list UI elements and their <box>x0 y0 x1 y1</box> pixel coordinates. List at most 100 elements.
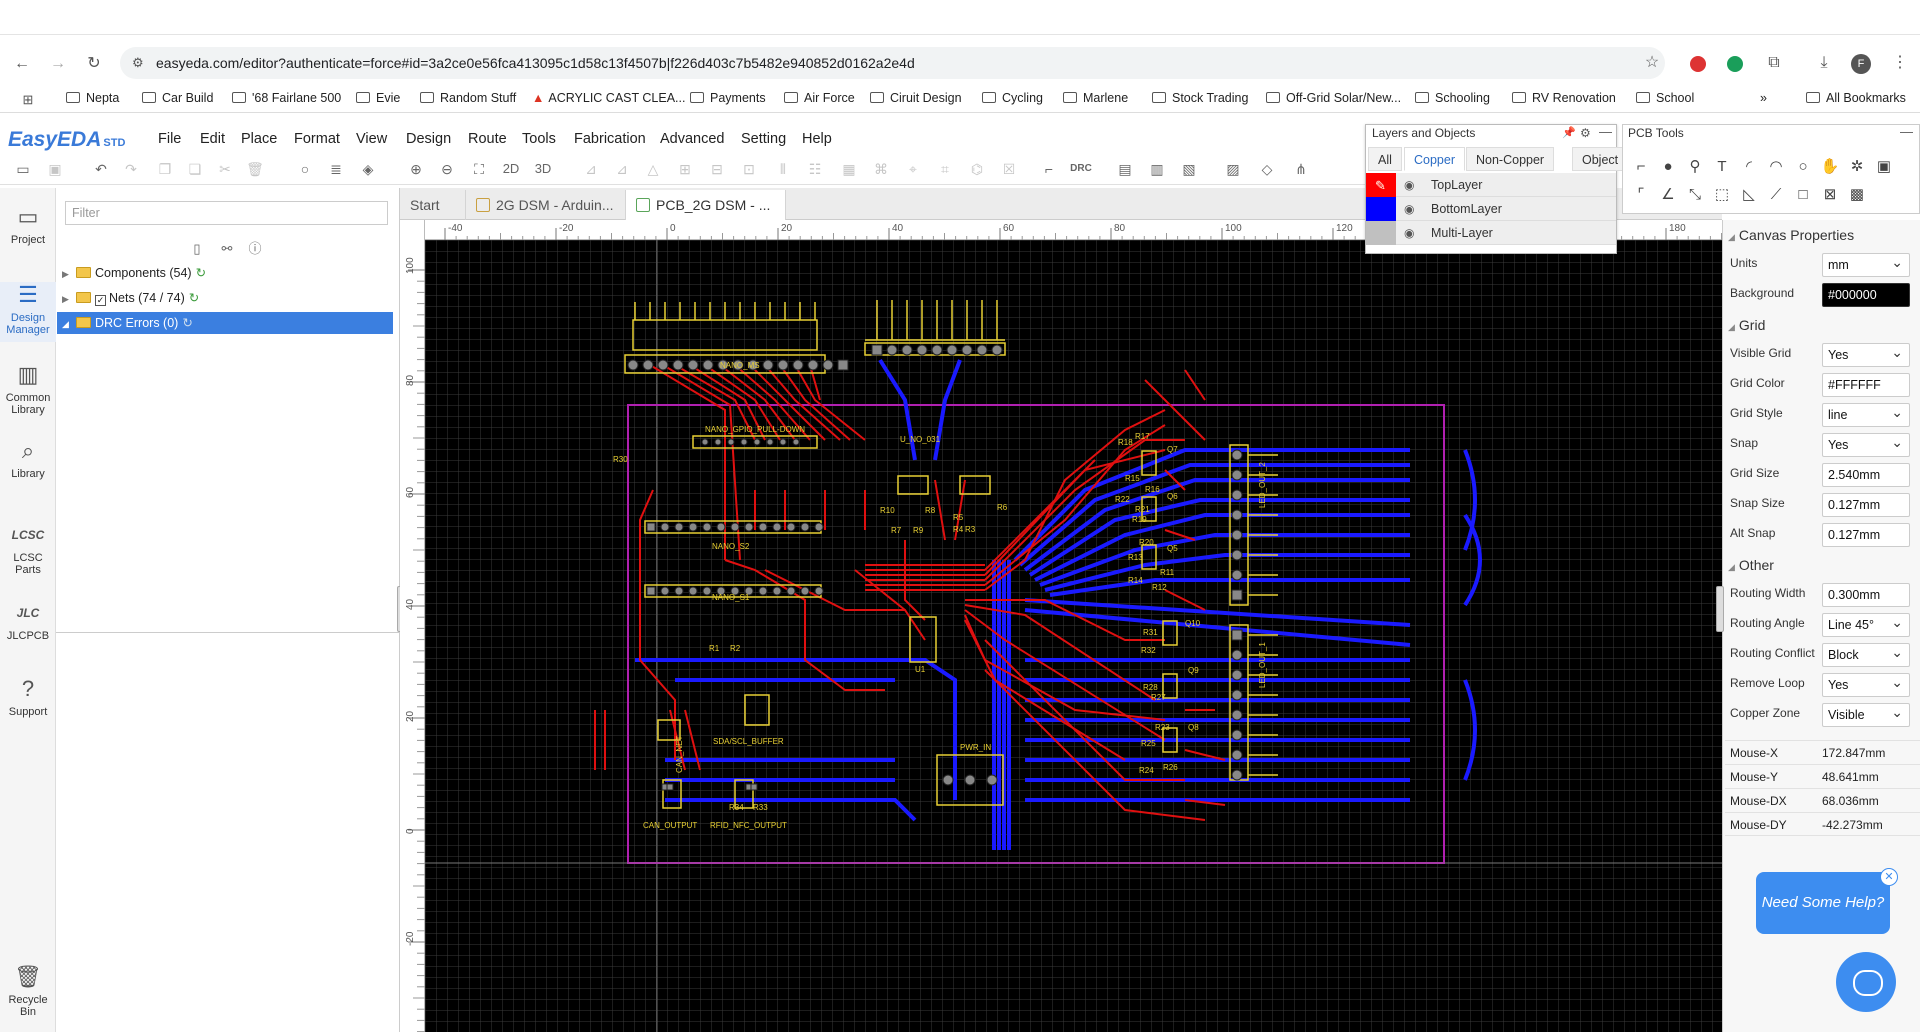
bookmark-folder[interactable]: Car Build <box>142 91 213 109</box>
address-bar[interactable]: easyeda.com/editor?authenticate=force#id… <box>120 47 1665 79</box>
menu-file[interactable]: File <box>158 131 181 147</box>
eye-icon[interactable]: ◉ <box>1404 221 1414 245</box>
undo-icon[interactable]: ↶ <box>90 158 112 180</box>
pad[interactable] <box>627 359 639 371</box>
fit-view-icon[interactable]: ⛶ <box>468 158 490 180</box>
pad[interactable] <box>758 522 768 532</box>
pad[interactable] <box>646 522 656 532</box>
photo-view-icon[interactable]: ▨ <box>1222 158 1244 180</box>
bookmark-folder[interactable]: Cycling <box>982 91 1043 109</box>
help-bubble[interactable]: Need Some Help? <box>1756 872 1890 934</box>
pad[interactable] <box>1231 629 1243 641</box>
bookmark-folder[interactable]: Random Stuff <box>420 91 516 109</box>
alt-snap-input[interactable]: 0.127mm <box>1822 523 1910 547</box>
settings-gear-icon[interactable]: ⚙ <box>1580 126 1591 140</box>
pad[interactable] <box>1231 569 1243 581</box>
menu-place[interactable]: Place <box>241 131 277 147</box>
pad[interactable] <box>976 344 988 356</box>
pad[interactable] <box>822 359 834 371</box>
paste-icon[interactable]: ❏ <box>184 158 206 180</box>
find-similar-icon[interactable]: ≣ <box>325 158 347 180</box>
grid-color-input[interactable]: #FFFFFF <box>1822 373 1910 397</box>
menu-view[interactable]: View <box>356 131 387 147</box>
minimize-icon[interactable]: — <box>1900 124 1913 139</box>
line-tool-icon[interactable]: ⟋ <box>1765 184 1787 206</box>
layer-row-bottom[interactable]: ◉ BottomLayer <box>1366 197 1616 221</box>
distribute-h-icon[interactable]: ⫴ <box>772 158 794 180</box>
pad[interactable] <box>687 359 699 371</box>
pad[interactable] <box>1231 729 1243 741</box>
pad[interactable] <box>660 522 670 532</box>
nav-design-manager[interactable]: ☰ Design Manager <box>0 282 56 342</box>
pad[interactable] <box>666 783 674 791</box>
bookmark-folder[interactable]: School <box>1636 91 1694 109</box>
align-left-icon[interactable]: ⊿ <box>580 158 602 180</box>
bookmark-folder[interactable]: Air Force <box>784 91 855 109</box>
tree-nets[interactable]: ▶ ✓ Nets (74 / 74) ↻ <box>62 287 199 309</box>
pad[interactable] <box>1231 749 1243 761</box>
routing-angle-select[interactable]: Line 45° <box>1822 611 1910 637</box>
copper-area-icon[interactable]: ◺ <box>1738 184 1760 206</box>
group-icon[interactable]: ⌘ <box>870 158 892 180</box>
pad[interactable] <box>702 359 714 371</box>
pad[interactable] <box>672 359 684 371</box>
pad[interactable] <box>916 344 928 356</box>
pad[interactable] <box>1231 489 1243 501</box>
bookmark-link[interactable]: ▲ ACRYLIC CAST CLEA... <box>532 91 685 109</box>
pad[interactable] <box>702 522 712 532</box>
refresh-icon[interactable]: ↻ <box>189 291 199 305</box>
pad[interactable] <box>1231 669 1243 681</box>
nav-library[interactable]: ⌕ Library <box>0 438 56 486</box>
pad[interactable] <box>986 774 998 786</box>
lock-icon[interactable]: ☒ <box>998 158 1020 180</box>
rotate-icon[interactable]: ⌬ <box>966 158 988 180</box>
pad[interactable] <box>779 438 787 446</box>
nav-jlcpcb[interactable]: JLC JLCPCB <box>0 600 56 646</box>
text-tool-icon[interactable]: T <box>1711 156 1733 178</box>
minimize-icon[interactable]: — <box>1599 124 1612 139</box>
pad[interactable] <box>688 586 698 596</box>
pad[interactable] <box>871 344 883 356</box>
rect-select-icon[interactable]: ⬚ <box>1711 184 1733 206</box>
layer-row-multi[interactable]: ◉ Multi-Layer <box>1366 221 1616 245</box>
pad[interactable] <box>1231 509 1243 521</box>
copper-zone-select[interactable]: Visible <box>1822 701 1910 727</box>
expand-all-icon[interactable]: ▯ <box>186 238 208 260</box>
pad[interactable] <box>688 522 698 532</box>
grid-size-input[interactable]: 2.540mm <box>1822 463 1910 487</box>
apps-grid-icon[interactable]: ⊞ <box>16 88 40 112</box>
pad[interactable] <box>946 344 958 356</box>
close-icon[interactable]: ✕ <box>1880 868 1898 886</box>
align-grid-icon[interactable]: ▦ <box>838 158 860 180</box>
pad[interactable] <box>807 359 819 371</box>
pad[interactable] <box>766 438 774 446</box>
remove-loop-select[interactable]: Yes <box>1822 671 1910 697</box>
angle-tool-icon[interactable]: ∠ <box>1657 184 1679 206</box>
layer-color-swatch[interactable] <box>1366 197 1396 221</box>
pad[interactable] <box>1231 449 1243 461</box>
layers-icon[interactable]: ◇ <box>1256 158 1278 180</box>
delete-icon[interactable]: 🗑 <box>244 158 266 180</box>
snap-select[interactable]: Yes <box>1822 431 1910 457</box>
collapse-triangle-icon[interactable]: ◢ <box>1728 562 1735 572</box>
share-icon[interactable]: ⋔ <box>1290 158 1312 180</box>
pan-tool-icon[interactable]: ✋ <box>1819 156 1841 178</box>
extension-grammarly-icon[interactable] <box>1727 56 1743 72</box>
site-info-icon[interactable]: ⚙ <box>132 55 144 71</box>
eye-icon[interactable]: ◉ <box>1404 173 1414 197</box>
tab-schematic[interactable]: 2G DSM - Arduin... <box>466 190 626 220</box>
info-icon[interactable]: ⓘ <box>244 238 266 260</box>
back-icon[interactable]: ← <box>10 52 34 76</box>
zoom-in-icon[interactable]: ⊕ <box>405 158 427 180</box>
mirror-icon[interactable]: ⌗ <box>934 158 956 180</box>
copy-icon[interactable]: ❐ <box>154 158 176 180</box>
refresh-icon[interactable]: ↻ <box>182 316 192 330</box>
find-icon[interactable]: ○ <box>294 158 316 180</box>
pad[interactable] <box>931 344 943 356</box>
all-bookmarks[interactable]: All Bookmarks <box>1806 91 1906 109</box>
pad[interactable] <box>800 522 810 532</box>
pad[interactable] <box>1231 549 1243 561</box>
menu-setting[interactable]: Setting <box>741 131 786 147</box>
tab-pcb[interactable]: PCB_2G DSM - ... <box>626 190 786 220</box>
save-icon[interactable]: ▣ <box>44 158 66 180</box>
